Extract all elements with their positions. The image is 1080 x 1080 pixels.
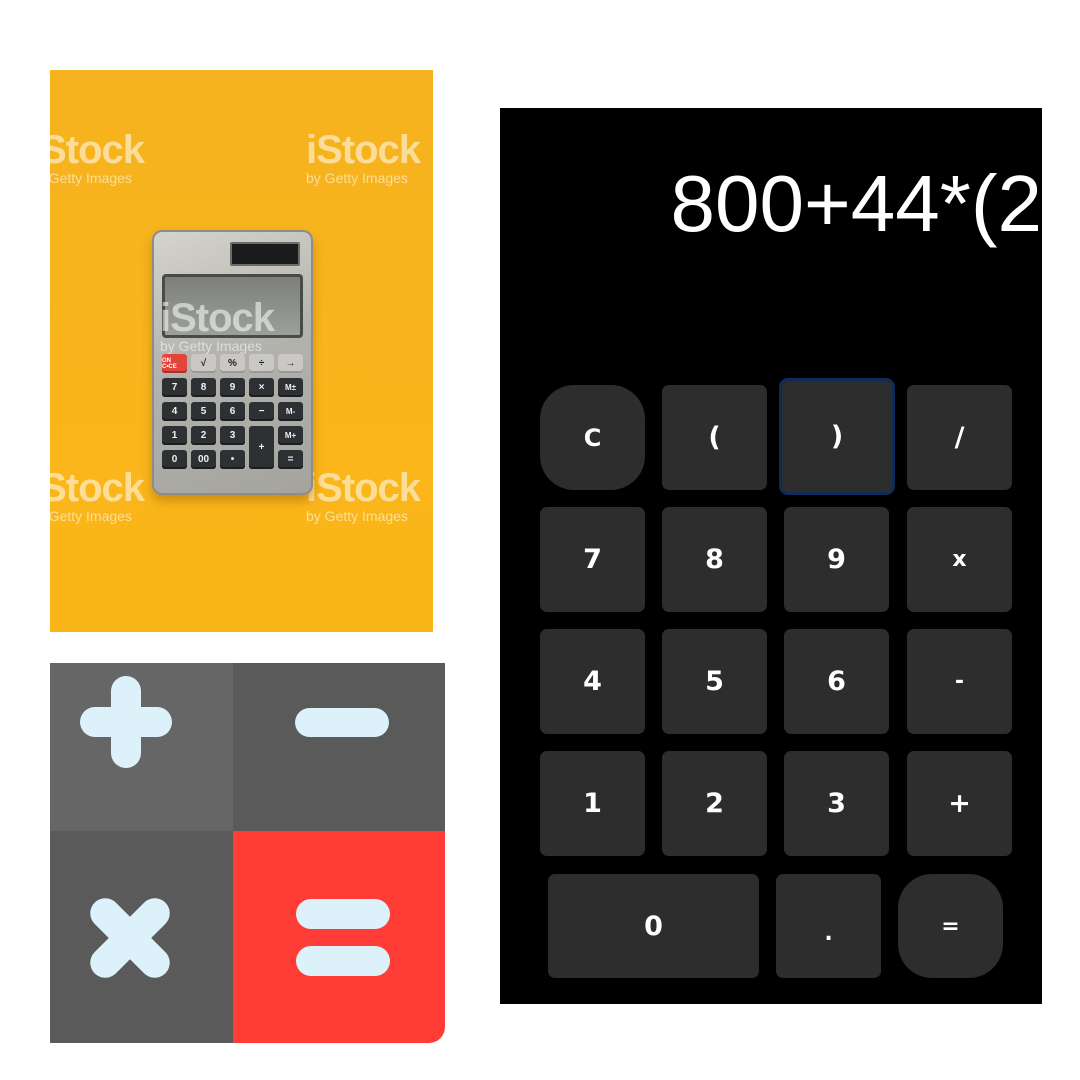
digit-5-button[interactable]: 5 (662, 629, 767, 734)
calculator-app-icon (50, 663, 445, 1043)
photo-key: × (249, 378, 274, 397)
photo-key: M- (278, 402, 303, 421)
photo-key: − (249, 402, 274, 421)
calculator-app-screen: 800+44*(2 C ( ) / 7 8 9 x 4 5 6 - 1 2 3 … (500, 108, 1042, 1004)
digit-6-button[interactable]: 6 (784, 629, 889, 734)
photo-key: 1 (162, 426, 187, 445)
calculator-keypad-image: ON C•CE √ % ÷ → 7 8 9 × M± 4 5 6 − M- 1 … (162, 354, 303, 469)
watermark: iStock by Getty Images (50, 466, 145, 524)
photo-key: 9 (220, 378, 245, 397)
digit-0-button[interactable]: 0 (548, 874, 759, 978)
minus-button[interactable]: - (907, 629, 1012, 734)
digit-3-button[interactable]: 3 (784, 751, 889, 856)
photo-key: 00 (191, 450, 216, 469)
multiply-button[interactable]: x (907, 507, 1012, 612)
digit-2-button[interactable]: 2 (662, 751, 767, 856)
equals-icon-lower (296, 946, 390, 976)
photo-key: 6 (220, 402, 245, 421)
equals-button[interactable]: = (898, 874, 1003, 978)
open-paren-button[interactable]: ( (662, 385, 767, 490)
digit-4-button[interactable]: 4 (540, 629, 645, 734)
photo-key: ÷ (249, 354, 274, 373)
icon-quadrant-multiply (50, 831, 233, 1043)
digit-7-button[interactable]: 7 (540, 507, 645, 612)
photo-key: = (278, 450, 303, 469)
photo-key: M+ (278, 426, 303, 445)
divide-button[interactable]: / (907, 385, 1012, 490)
plus-icon-vertical (111, 676, 141, 768)
pocket-calculator-image: ON C•CE √ % ÷ → 7 8 9 × M± 4 5 6 − M- 1 … (152, 230, 313, 495)
watermark: iStock by Getty Images (50, 128, 145, 186)
icon-quadrant-plus (50, 663, 233, 831)
digit-9-button[interactable]: 9 (784, 507, 889, 612)
icon-quadrant-minus (233, 663, 445, 831)
watermark: iStock by Getty Images (160, 296, 275, 354)
plus-button[interactable]: + (907, 751, 1012, 856)
minus-icon (295, 708, 389, 737)
photo-key: 3 (220, 426, 245, 445)
photo-key: 7 (162, 378, 187, 397)
photo-key: → (278, 354, 303, 373)
photo-key: 8 (191, 378, 216, 397)
watermark: iStock by Getty Images (306, 128, 421, 186)
calculator-stock-photo: iStock by Getty Images iStock by Getty I… (50, 70, 433, 632)
equals-icon (296, 899, 390, 929)
photo-key: 0 (162, 450, 187, 469)
digit-1-button[interactable]: 1 (540, 751, 645, 856)
decimal-button[interactable]: . (776, 874, 881, 978)
clear-button[interactable]: C (540, 385, 645, 490)
photo-key: • (220, 450, 245, 469)
photo-key: ON C•CE (162, 354, 187, 373)
digit-8-button[interactable]: 8 (662, 507, 767, 612)
photo-key: 5 (191, 402, 216, 421)
watermark: iStock by Getty Images (306, 466, 421, 524)
close-paren-button[interactable]: ) (779, 378, 895, 495)
photo-key: 4 (162, 402, 187, 421)
photo-key: 2 (191, 426, 216, 445)
icon-quadrant-equals (233, 831, 445, 1043)
solar-panel (230, 242, 300, 266)
photo-key: + (249, 426, 274, 469)
photo-key: √ (191, 354, 216, 373)
photo-key: M± (278, 378, 303, 397)
photo-key: % (220, 354, 245, 373)
expression-display: 800+44*(2 (670, 159, 1042, 248)
